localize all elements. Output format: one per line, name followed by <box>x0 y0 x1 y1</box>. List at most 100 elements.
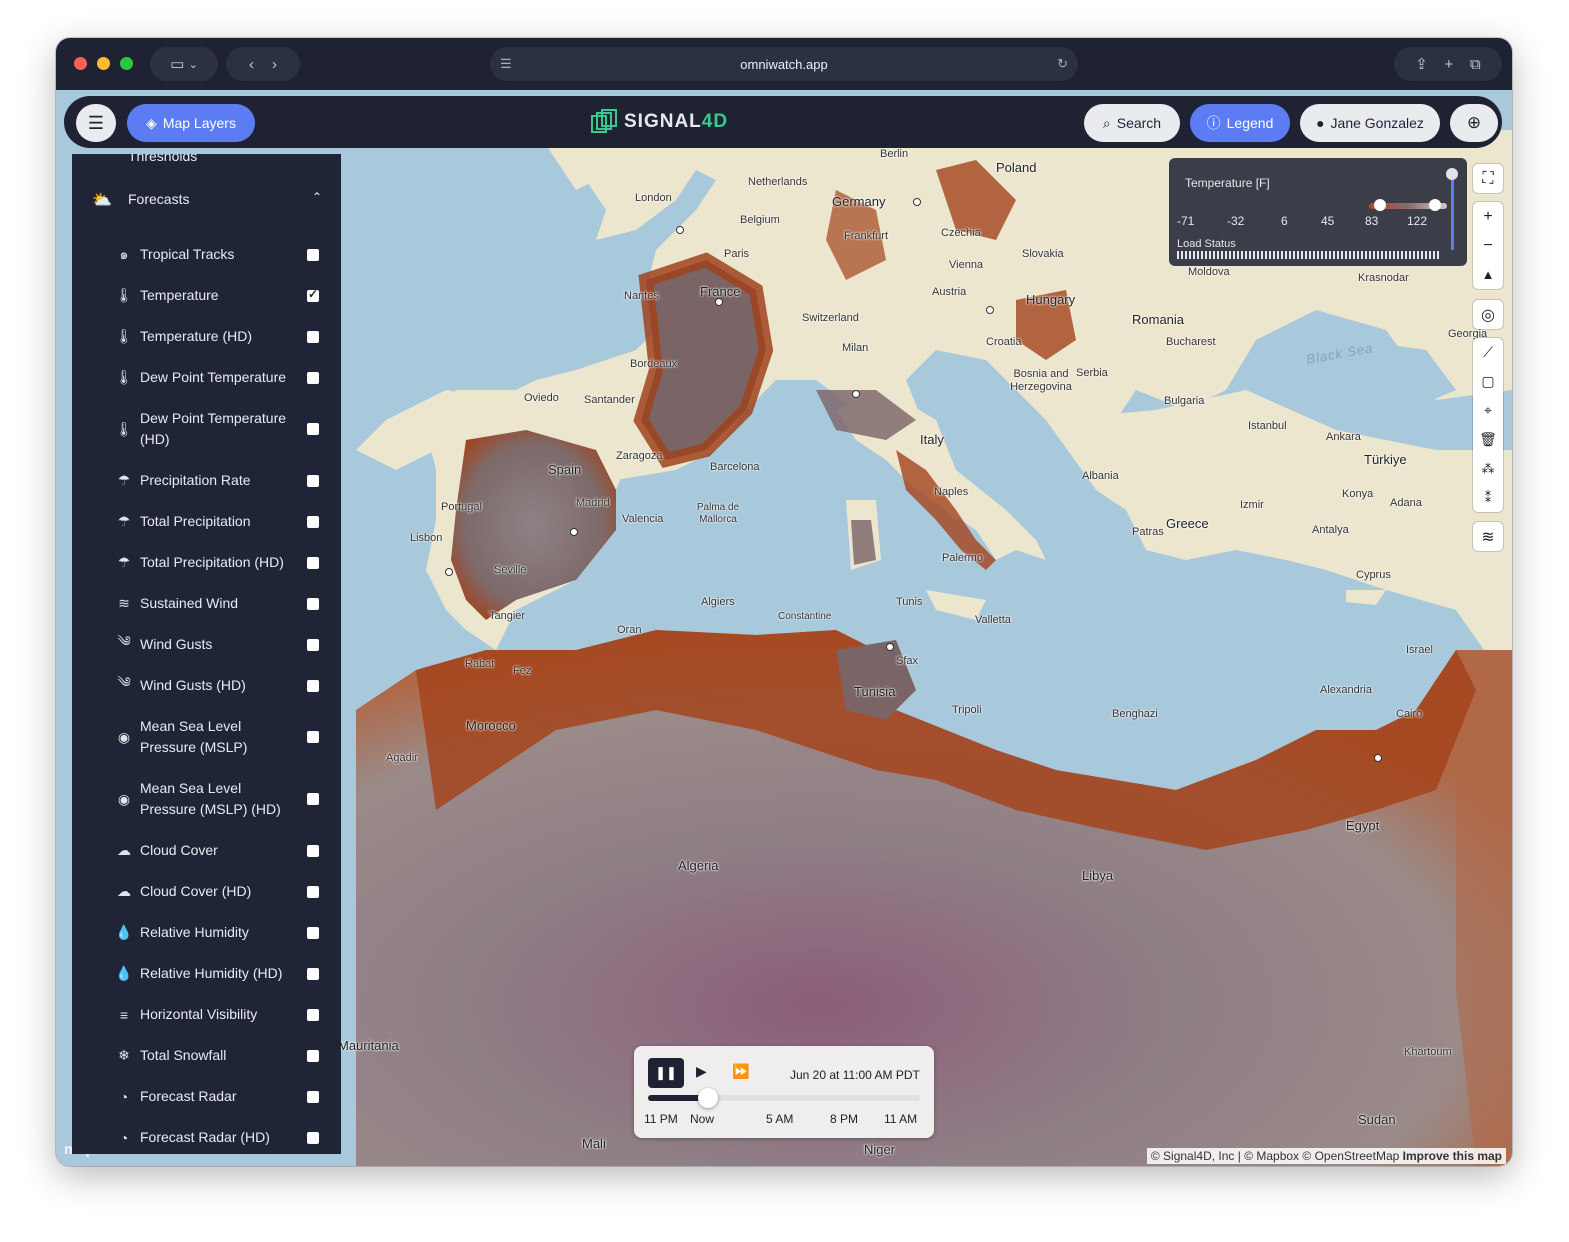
layer-item[interactable]: ☁ Cloud Cover <box>72 830 341 871</box>
share-icon[interactable]: ⇪ <box>1415 55 1428 73</box>
stacked-layers-icon[interactable]: ≋ <box>1473 522 1503 551</box>
load-status-bar <box>1177 251 1439 259</box>
timeline-handle[interactable] <box>697 1088 718 1108</box>
layer-item[interactable]: ༄ Wind Gusts <box>72 624 341 665</box>
combine-icon[interactable]: ⁂ <box>1473 454 1503 483</box>
layer-checkbox[interactable] <box>307 423 319 435</box>
layer-checkbox[interactable] <box>307 371 319 384</box>
layer-checkbox[interactable] <box>307 844 319 857</box>
improve-map-link[interactable]: Improve this map <box>1403 1149 1502 1163</box>
layer-checkbox[interactable] <box>307 731 319 743</box>
uncombine-icon[interactable]: ⁑ <box>1473 483 1503 512</box>
map-label: Patras <box>1132 526 1164 538</box>
back-icon[interactable]: ‹ <box>249 56 254 73</box>
map-label: Egypt <box>1346 818 1380 833</box>
page-settings-icon[interactable]: ☰ <box>500 56 512 72</box>
layer-checkbox[interactable] <box>307 793 319 805</box>
search-button[interactable]: ⌕ Search <box>1084 104 1180 142</box>
layer-item[interactable]: ≡ Horizontal Visibility <box>72 994 341 1035</box>
opacity-handle[interactable] <box>1446 168 1458 180</box>
layer-item[interactable]: 💧 Relative Humidity <box>72 912 341 953</box>
zoom-in-icon[interactable]: + <box>1473 202 1503 231</box>
layer-item[interactable]: ☂ Precipitation Rate <box>72 460 341 501</box>
range-max-handle[interactable] <box>1429 199 1441 211</box>
layer-checkbox[interactable] <box>307 1049 319 1062</box>
layer-checkbox[interactable] <box>307 597 319 610</box>
layer-item[interactable]: 🌡 Dew Point Temperature <box>72 357 341 398</box>
map-label: Oviedo <box>524 392 559 404</box>
forward-icon[interactable]: › <box>272 56 277 73</box>
range-min-handle[interactable] <box>1374 199 1386 211</box>
close-window-button[interactable] <box>74 57 87 70</box>
layer-item[interactable]: ◔ Forecast Radar <box>72 1076 341 1117</box>
map-label: Vienna <box>949 259 984 271</box>
legend-button[interactable]: ⓘ Legend <box>1190 104 1290 142</box>
trash-icon[interactable]: 🗑 <box>1473 425 1503 454</box>
rain-cloud-icon: ☂ <box>117 513 131 529</box>
map-label: Croatia <box>986 336 1022 348</box>
layer-checkbox[interactable] <box>307 287 319 302</box>
opacity-slider[interactable] <box>1451 168 1454 250</box>
layer-checkbox[interactable] <box>307 330 319 343</box>
globe-button[interactable]: ⊕ <box>1450 104 1498 142</box>
layer-item[interactable]: ◉ Mean Sea Level Pressure (MSLP) (HD) <box>72 768 341 830</box>
layer-item[interactable]: ❄ Total Snowfall <box>72 1035 341 1076</box>
layer-checkbox[interactable] <box>307 885 319 898</box>
draw-line-icon[interactable]: ⟋ <box>1473 338 1503 367</box>
minimize-window-button[interactable] <box>97 57 110 70</box>
layer-checkbox[interactable] <box>307 679 319 692</box>
menu-button[interactable]: ☰ <box>76 104 116 142</box>
logo-text: SIGNAL <box>624 111 702 132</box>
layer-item[interactable]: ☁ Cloud Cover (HD) <box>72 871 341 912</box>
layer-checkbox[interactable] <box>307 1008 319 1021</box>
layer-checkbox[interactable] <box>307 248 319 261</box>
forecast-icon: ⛅ <box>92 192 112 209</box>
layer-checkbox[interactable] <box>307 474 319 487</box>
layer-item[interactable]: 🌡 Temperature <box>72 275 341 316</box>
layer-checkbox[interactable] <box>307 926 319 939</box>
draw-polygon-icon[interactable]: ▢ <box>1473 367 1503 396</box>
pause-icon: ❚❚ <box>655 1065 677 1080</box>
layer-checkbox[interactable] <box>307 1131 319 1144</box>
layer-item[interactable]: ◉ Mean Sea Level Pressure (MSLP) <box>72 706 341 768</box>
fast-forward-icon: ⏩ <box>732 1063 750 1079</box>
reload-icon[interactable]: ↻ <box>1057 56 1068 72</box>
zoom-window-button[interactable] <box>120 57 133 70</box>
marker-icon[interactable]: ⌖ <box>1473 396 1503 425</box>
map-label: Portugal <box>441 501 482 513</box>
layer-item[interactable]: 🌡 Temperature (HD) <box>72 316 341 357</box>
layer-item[interactable]: ≋ Sustained Wind <box>72 583 341 624</box>
fullscreen-icon[interactable]: ⛶ <box>1473 164 1503 193</box>
layer-item[interactable]: ☂ Total Precipitation <box>72 501 341 542</box>
layer-checkbox[interactable] <box>307 1090 319 1103</box>
new-tab-icon[interactable]: + <box>1445 56 1454 73</box>
fast-forward-button[interactable]: ⏩ <box>732 1063 749 1080</box>
layer-checkbox[interactable] <box>307 556 319 569</box>
play-button[interactable]: ▶ <box>696 1063 707 1080</box>
layer-checkbox[interactable] <box>307 967 319 980</box>
map-label: Bulgaria <box>1164 395 1205 407</box>
sidebar-toggle-button[interactable]: ▭ ⌄ <box>150 47 218 81</box>
timeline-track[interactable] <box>648 1088 920 1108</box>
forecasts-section-header[interactable]: ⛅ Forecasts ⌃ <box>72 182 341 218</box>
layer-item[interactable]: ๑ Tropical Tracks <box>72 234 341 275</box>
map-layers-button[interactable]: ◈ Map Layers <box>127 104 255 142</box>
layer-item[interactable]: ◔ Forecast Radar (HD) <box>72 1117 341 1154</box>
app-logo[interactable]: SIGNAL4D <box>590 108 728 136</box>
tab-overview-icon[interactable]: ⧉ <box>1470 56 1481 73</box>
compass-icon[interactable]: ▲ <box>1473 260 1503 289</box>
locate-icon[interactable]: ◎ <box>1473 300 1503 329</box>
zoom-out-icon[interactable]: − <box>1473 231 1503 260</box>
map-label: Benghazi <box>1112 708 1158 720</box>
user-button[interactable]: ● Jane Gonzalez <box>1300 104 1440 142</box>
layer-item[interactable]: 🌡 Dew Point Temperature (HD) <box>72 398 341 460</box>
address-bar[interactable]: ☰ omniwatch.app ↻ <box>490 47 1078 81</box>
layer-checkbox[interactable] <box>307 515 319 528</box>
layer-item[interactable]: ☂ Total Precipitation (HD) <box>72 542 341 583</box>
layer-item[interactable]: 💧 Relative Humidity (HD) <box>72 953 341 994</box>
layer-checkbox[interactable] <box>307 638 319 651</box>
layer-item[interactable]: ༄ Wind Gusts (HD) <box>72 665 341 706</box>
pause-button[interactable]: ❚❚ <box>648 1058 684 1088</box>
timeline-tick-label: 8 PM <box>830 1112 859 1126</box>
thresholds-item[interactable]: Thresholds <box>128 154 197 164</box>
